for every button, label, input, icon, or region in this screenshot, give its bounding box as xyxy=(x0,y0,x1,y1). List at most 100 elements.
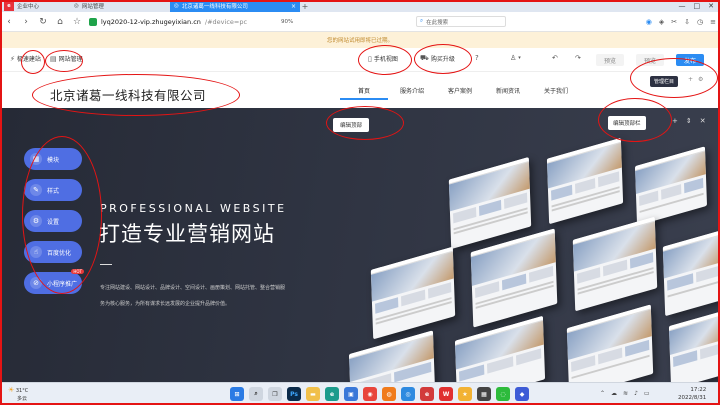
wps-icon[interactable]: W xyxy=(439,387,453,401)
close-window-icon[interactable]: ✕ xyxy=(708,2,714,10)
gear-icon[interactable]: ⚙ xyxy=(698,76,703,83)
back-icon[interactable]: ‹ xyxy=(4,17,14,27)
game-icon[interactable]: ★ xyxy=(458,387,472,401)
folder-icon[interactable]: ▬ xyxy=(306,387,320,401)
edge-icon[interactable]: e xyxy=(325,387,339,401)
preview-button[interactable]: 预览 xyxy=(596,54,625,66)
close-icon[interactable]: ✕ xyxy=(700,117,706,125)
mobile-view-button[interactable]: ▯ 手机视图 xyxy=(368,54,398,64)
nav-item-about[interactable]: 关于我们 xyxy=(532,86,580,100)
history-icon[interactable]: ◷ xyxy=(697,18,703,26)
sun-cloud-icon: ☀ xyxy=(8,386,15,394)
tab-site-manage[interactable]: ◎ 网站管理 xyxy=(70,0,170,12)
extension-icon[interactable]: ◉ xyxy=(646,18,652,26)
tab-company-site[interactable]: ◎ 北京诸葛一线科技有限公司 × xyxy=(170,0,300,12)
preview-button[interactable]: 预览 xyxy=(636,54,665,66)
hand-pointer-icon: ☝ xyxy=(30,246,42,258)
refresh-icon[interactable]: ↻ xyxy=(38,17,48,27)
app-icon[interactable]: ▦ xyxy=(477,387,491,401)
browser-search-input[interactable]: ⌕ 在此搜索 xyxy=(416,16,506,27)
store-icon[interactable]: ▣ xyxy=(344,387,358,401)
volume-icon[interactable]: ♪ xyxy=(634,390,638,397)
quick-build-label: 极速建站 xyxy=(16,56,41,63)
menu-icon[interactable]: ≡ xyxy=(710,18,716,26)
task-view-icon[interactable]: ❐ xyxy=(268,387,282,401)
sidebar-item-label: 样式 xyxy=(47,187,60,195)
question-icon: ? xyxy=(475,54,479,62)
minimize-icon[interactable]: — xyxy=(679,2,686,10)
clock-date: 2022/8/31 xyxy=(678,395,707,401)
mobile-view-label: 手机视图 xyxy=(373,56,398,63)
add-icon[interactable]: + xyxy=(672,117,678,125)
cloud-icon[interactable]: ☁ xyxy=(611,390,617,397)
publish-button[interactable]: 发布 xyxy=(676,54,705,66)
browser-icon[interactable]: ◎ xyxy=(401,387,415,401)
sidebar-item-seo[interactable]: ☝ 百度优化 xyxy=(24,241,82,263)
editor-sidebar: ▦ 模块 ✎ 样式 ⚙ 设置 ☝ 百度优化 ⊘ 小程序推广 HOT xyxy=(24,148,84,294)
new-tab-button[interactable]: + xyxy=(300,2,310,11)
redo-button[interactable]: ↷ xyxy=(575,54,581,62)
edit-top-button[interactable]: 编辑顶部 xyxy=(333,118,370,132)
search-icon: ⌕ xyxy=(420,18,424,24)
forward-icon[interactable]: › xyxy=(21,17,31,27)
help-button[interactable]: ? xyxy=(475,54,479,62)
sort-icon[interactable]: ⇕ xyxy=(686,117,692,125)
sidebar-item-styles[interactable]: ✎ 样式 xyxy=(24,179,82,201)
undo-button[interactable]: ↶ xyxy=(552,54,558,62)
windows-start-icon[interactable]: ⊞ xyxy=(230,387,244,401)
home-icon[interactable]: ⌂ xyxy=(55,17,65,27)
chevron-up-icon[interactable]: ⌃ xyxy=(600,390,605,397)
scissors-icon[interactable]: ✂ xyxy=(671,18,677,26)
address-bar: ‹ › ↻ ⌂ ☆ lyq2020-12-vip.zhugeyixian.cn /… xyxy=(0,12,720,32)
chrome-icon[interactable]: ◉ xyxy=(363,387,377,401)
manage-column-button[interactable]: 管理栏目 xyxy=(650,76,679,87)
app-icon[interactable]: e xyxy=(420,387,434,401)
site-header: 北京诸葛一线科技有限公司 首页 服务介绍 客户案例 新闻资讯 关于我们 管理栏目… xyxy=(0,72,720,108)
game-icon[interactable]: ◈ xyxy=(659,18,664,26)
sidebar-item-modules[interactable]: ▦ 模块 xyxy=(24,148,82,170)
sidebar-item-label: 模块 xyxy=(47,156,60,164)
website-mockup-image xyxy=(566,304,654,382)
download-icon[interactable]: ⇩ xyxy=(684,18,690,26)
wechat-icon[interactable]: ◌ xyxy=(496,387,510,401)
nav-item-news[interactable]: 新闻资讯 xyxy=(484,86,532,100)
url-host: lyq2020-12-vip.zhugeyixian.cn xyxy=(101,17,201,26)
company-name[interactable]: 北京诸葛一线科技有限公司 xyxy=(50,85,206,104)
hero-banner[interactable]: 编辑顶部 编辑顶部栏 + ⇕ ✕ ▦ 模块 ✎ 样式 ⚙ 设置 ☝ 百度优化 ⊘… xyxy=(0,108,720,382)
nav-item-services[interactable]: 服务介绍 xyxy=(388,86,436,100)
website-mockup-image xyxy=(662,229,720,317)
website-mockup-image xyxy=(470,228,558,328)
clock[interactable]: 17:22 2022/8/31 xyxy=(678,386,706,402)
account-button[interactable]: ♙ ▾ xyxy=(510,54,521,62)
browser-extension-icons: ◉ ◈ ✂ ⇩ ◷ ≡ xyxy=(646,18,716,26)
brush-icon: ✎ xyxy=(30,184,42,196)
tab-enterprise-center[interactable]: e 企业中心 xyxy=(0,0,70,12)
zoom-level[interactable]: 90% xyxy=(281,19,293,25)
nav-item-home[interactable]: 首页 xyxy=(340,86,388,100)
bookmark-star-icon[interactable]: ☆ xyxy=(72,17,82,27)
phone-icon: ▯ xyxy=(368,54,372,63)
edit-top-bar-button[interactable]: 编辑顶部栏 xyxy=(608,116,646,130)
battery-icon[interactable]: ▭ xyxy=(644,390,650,397)
firefox-icon[interactable]: ◍ xyxy=(382,387,396,401)
photoshop-icon[interactable]: Ps xyxy=(287,387,301,401)
close-tab-icon[interactable]: × xyxy=(291,3,296,10)
nav-edit-controls: + ⚙ xyxy=(688,76,703,83)
page-icon: ◎ xyxy=(174,3,179,9)
nav-item-cases[interactable]: 客户案例 xyxy=(436,86,484,100)
hero-title-cn: 打造专业营销网站 xyxy=(99,222,275,246)
url-field[interactable]: lyq2020-12-vip.zhugeyixian.cn/#device=pc… xyxy=(89,15,409,29)
hero-divider xyxy=(100,264,112,265)
weather-widget[interactable]: ☀ 31°C 多云 xyxy=(8,386,28,403)
window-controls: — □ ✕ xyxy=(679,2,720,10)
sidebar-item-miniprogram[interactable]: ⊘ 小程序推广 HOT xyxy=(24,269,84,294)
add-icon[interactable]: + xyxy=(688,76,693,83)
buy-upgrade-button[interactable]: ⛟ 购买升级 xyxy=(420,54,455,63)
quick-build-button[interactable]: ⚡ 极速建站 xyxy=(10,54,41,64)
maximize-icon[interactable]: □ xyxy=(694,2,701,10)
app-icon[interactable]: ◆ xyxy=(515,387,529,401)
sidebar-item-settings[interactable]: ⚙ 设置 xyxy=(24,210,82,232)
site-manage-button[interactable]: ▤ 网站管理 xyxy=(50,54,83,64)
wifi-icon[interactable]: ≋ xyxy=(623,390,628,397)
search-icon[interactable]: ⌕ xyxy=(249,387,263,401)
